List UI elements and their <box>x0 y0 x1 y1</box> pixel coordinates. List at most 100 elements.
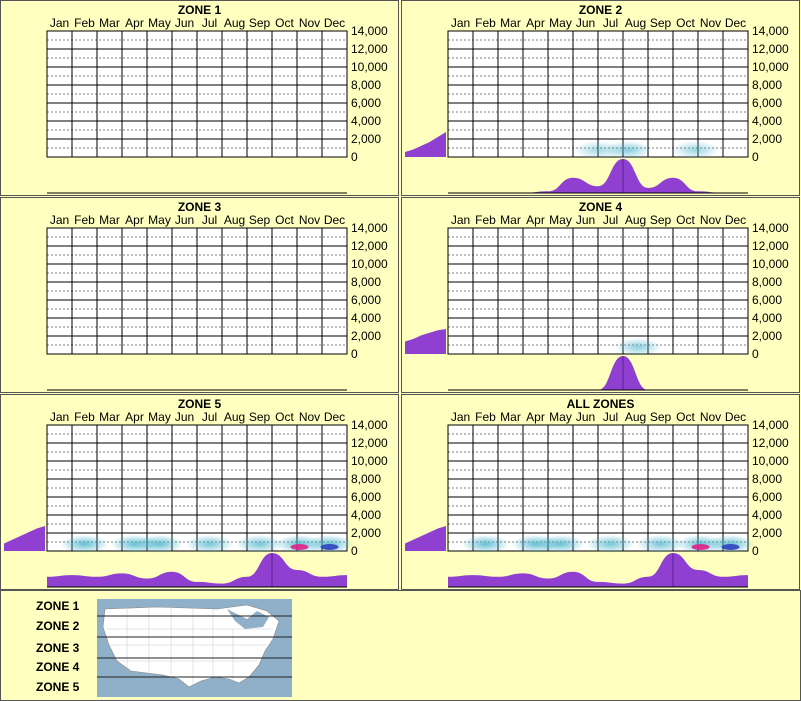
month-label: Apr <box>526 410 545 424</box>
month-label: Nov <box>299 16 320 30</box>
month-label: Dec <box>324 213 345 227</box>
heat-spot <box>614 338 662 356</box>
legend-zone-3: ZONE 3 <box>36 641 80 655</box>
y-tick-label: 12,000 <box>752 239 789 253</box>
heat-spot <box>604 141 652 159</box>
month-label: Oct <box>275 16 294 30</box>
y-tick-label: 6,000 <box>752 490 782 504</box>
panel-title: ALL ZONES <box>566 397 635 411</box>
heat-spot <box>586 535 635 553</box>
y-tick-label: 0 <box>351 150 358 164</box>
chart-zone-4: Jan Feb Mar Apr May Jun Jul Aug Sep Oct Nov Dec 14,0… <box>405 213 789 391</box>
y-tick-label: 10,000 <box>351 454 388 468</box>
heat-spot <box>185 535 234 553</box>
y-tick-label: 12,000 <box>752 42 789 56</box>
y-tick-label: 6,000 <box>752 293 782 307</box>
month-label: Jun <box>576 16 595 30</box>
left-distribution <box>405 329 446 354</box>
month-label: Apr <box>125 410 144 424</box>
month-label: Aug <box>224 410 245 424</box>
chart-zone-2: Jan Feb Mar Apr May Jun Jul Aug Sep Oct Nov Dec 14,0… <box>405 16 789 194</box>
month-label: Jan <box>451 213 470 227</box>
y-tick-label: 4,000 <box>351 311 381 325</box>
us-zone-map <box>97 599 292 697</box>
month-label: Jan <box>50 16 69 30</box>
bottom-distribution <box>47 553 347 587</box>
left-distribution <box>405 132 446 157</box>
month-label: May <box>148 213 171 227</box>
month-label: May <box>148 410 171 424</box>
legend-zone-2: ZONE 2 <box>36 619 80 633</box>
month-label: Nov <box>700 213 721 227</box>
y-tick-label: 14,000 <box>351 221 388 235</box>
y-tick-label: 8,000 <box>351 78 381 92</box>
month-label: Mar <box>99 213 120 227</box>
y-tick-label: 14,000 <box>752 24 789 38</box>
y-tick-label: 6,000 <box>752 96 782 110</box>
month-label: Sep <box>650 16 672 30</box>
month-label: Dec <box>324 410 345 424</box>
month-label: May <box>549 16 572 30</box>
month-label: Aug <box>625 410 646 424</box>
month-label: Oct <box>275 213 294 227</box>
y-tick-label: 8,000 <box>351 472 381 486</box>
month-label: Feb <box>475 16 496 30</box>
month-label: Jul <box>603 213 618 227</box>
legend-zone-1: ZONE 1 <box>36 599 80 613</box>
month-label: Jul <box>603 16 618 30</box>
month-label: Oct <box>676 410 695 424</box>
month-label: Mar <box>500 410 521 424</box>
month-label: May <box>549 410 572 424</box>
month-label: Jul <box>202 213 217 227</box>
y-tick-label: 2,000 <box>752 132 782 146</box>
legend-zone-4: ZONE 4 <box>36 660 80 674</box>
month-label: Feb <box>74 213 95 227</box>
bottom-distribution <box>448 553 748 587</box>
y-tick-label: 6,000 <box>351 293 381 307</box>
y-tick-label: 10,000 <box>752 454 789 468</box>
heat-spot <box>461 535 510 553</box>
month-label: Sep <box>249 16 271 30</box>
y-tick-label: 0 <box>351 347 358 361</box>
y-tick-label: 2,000 <box>351 132 381 146</box>
y-tick-label: 2,000 <box>351 526 381 540</box>
chart-zone-3: Jan Feb Mar Apr May Jun Jul Aug Sep Oct Nov Dec 14,0… <box>46 213 388 391</box>
month-label: Nov <box>700 16 721 30</box>
y-tick-label: 8,000 <box>351 275 381 289</box>
zone-legend: ZONE 1 ZONE 2 ZONE 3 ZONE 4 ZONE 5 <box>0 590 801 701</box>
month-label: Feb <box>475 410 496 424</box>
month-label: Nov <box>299 410 320 424</box>
y-tick-label: 10,000 <box>752 257 789 271</box>
heat-core <box>721 544 740 550</box>
panel-title: ZONE 5 <box>177 397 222 411</box>
panel-zone-4: ZONE 4 Jan Feb Mar Apr May Jun Jul Aug Sep Oct Nov… <box>401 197 800 393</box>
y-tick-label: 12,000 <box>351 239 388 253</box>
month-label: Apr <box>526 213 545 227</box>
month-label: Mar <box>99 410 120 424</box>
bottom-distribution <box>448 159 748 193</box>
month-label: Nov <box>299 213 320 227</box>
y-tick-label: 4,000 <box>351 508 381 522</box>
month-label: Dec <box>324 16 345 30</box>
y-tick-label: 0 <box>752 150 759 164</box>
y-tick-label: 8,000 <box>752 472 782 486</box>
month-label: Feb <box>475 213 496 227</box>
month-label: Mar <box>500 213 521 227</box>
month-label: Dec <box>725 213 746 227</box>
panel-zone-1: ZONE 1 Jan Feb Mar Apr May Jun Jul Aug Sep Oct Nov… <box>0 0 399 196</box>
month-label: Dec <box>725 16 746 30</box>
month-label: Sep <box>650 410 672 424</box>
y-tick-label: 6,000 <box>351 490 381 504</box>
month-label: Jun <box>576 410 595 424</box>
month-label: Aug <box>625 213 646 227</box>
panel-all-zones: ALL ZONES Jan Feb Mar Apr May Jun Jul Aug Sep Oct… <box>401 394 800 590</box>
y-tick-label: 10,000 <box>351 60 388 74</box>
month-label: Jan <box>50 410 69 424</box>
y-tick-label: 14,000 <box>752 418 789 432</box>
y-tick-label: 2,000 <box>752 329 782 343</box>
y-tick-label: 8,000 <box>752 275 782 289</box>
y-tick-label: 14,000 <box>752 221 789 235</box>
month-label: Sep <box>249 213 271 227</box>
y-tick-label: 14,000 <box>351 24 388 38</box>
month-label: Aug <box>224 16 245 30</box>
